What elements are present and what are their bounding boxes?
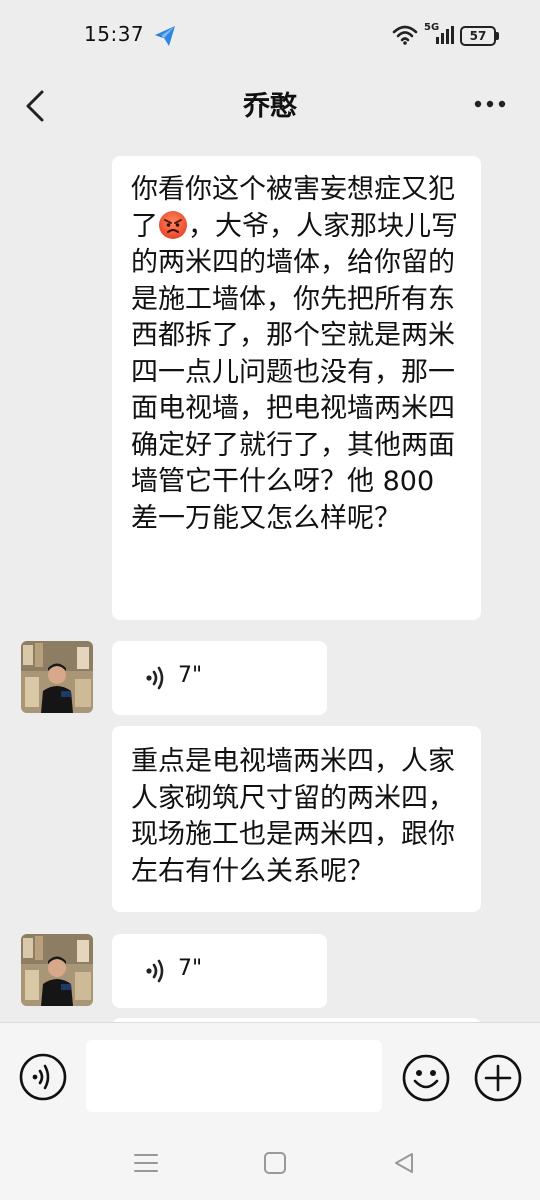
message-text: 重点是电视墙两米四，人家人家砌筑尺寸留的两米四，现场施工也是两米四，跟你左右有什… [131,746,455,887]
battery-icon: 57 [460,26,500,46]
nav-bar: 乔憨 [0,70,540,142]
plus-icon[interactable] [473,1053,523,1103]
avatar[interactable] [21,641,93,713]
message-text-part: ，大爷，人家那块儿写的两米四的墙体，给你留的是施工墙体，你先把所有东西都拆了，那… [131,210,458,534]
voice-duration: 7" [178,956,203,981]
avatar[interactable] [21,934,93,1006]
chat-screen: 15:37 5G 57 乔憨 你看你这个被害妄想症又犯了 ，大爷，人家那块儿写的… [0,0,540,1200]
wifi-icon [392,25,418,45]
voice-mode-icon[interactable] [19,1053,67,1101]
system-nav-bar [0,1130,540,1200]
chat-title: 乔憨 [243,91,297,122]
angry-face-icon [159,210,187,239]
more-button[interactable] [470,92,510,116]
home-icon[interactable] [262,1150,288,1176]
input-bar [0,1022,540,1130]
voice-wave-icon [146,959,164,983]
message-text: 你看你这个被害妄想症又犯了 ，大爷，人家那块儿写的两米四的墙体，给你留的是施工墙… [112,156,481,555]
back-button[interactable] [18,82,58,130]
status-bar: 15:37 5G 57 [0,0,540,70]
voice-message[interactable]: 7" [112,934,327,1008]
status-time: 15:37 [84,22,145,46]
message-bubble[interactable]: 你看你这个被害妄想症又犯了 ，大爷，人家那块儿写的两米四的墙体，给你留的是施工墙… [112,156,481,620]
voice-message[interactable]: 7" [112,641,327,715]
voice-duration: 7" [178,663,203,688]
voice-wave-icon [146,666,164,690]
message-input[interactable] [86,1040,382,1112]
message-bubble[interactable]: 重点是电视墙两米四，人家人家砌筑尺寸留的两米四，现场施工也是两米四，跟你左右有什… [112,726,481,912]
signal-icon: 5G [424,22,454,46]
menu-icon[interactable] [133,1150,159,1176]
emoji-icon[interactable] [401,1053,451,1103]
battery-level: 57 [469,29,487,43]
send-icon [155,26,175,46]
back-triangle-icon[interactable] [391,1150,417,1176]
message-list[interactable]: 你看你这个被害妄想症又犯了 ，大爷，人家那块儿写的两米四的墙体，给你留的是施工墙… [0,142,540,1022]
